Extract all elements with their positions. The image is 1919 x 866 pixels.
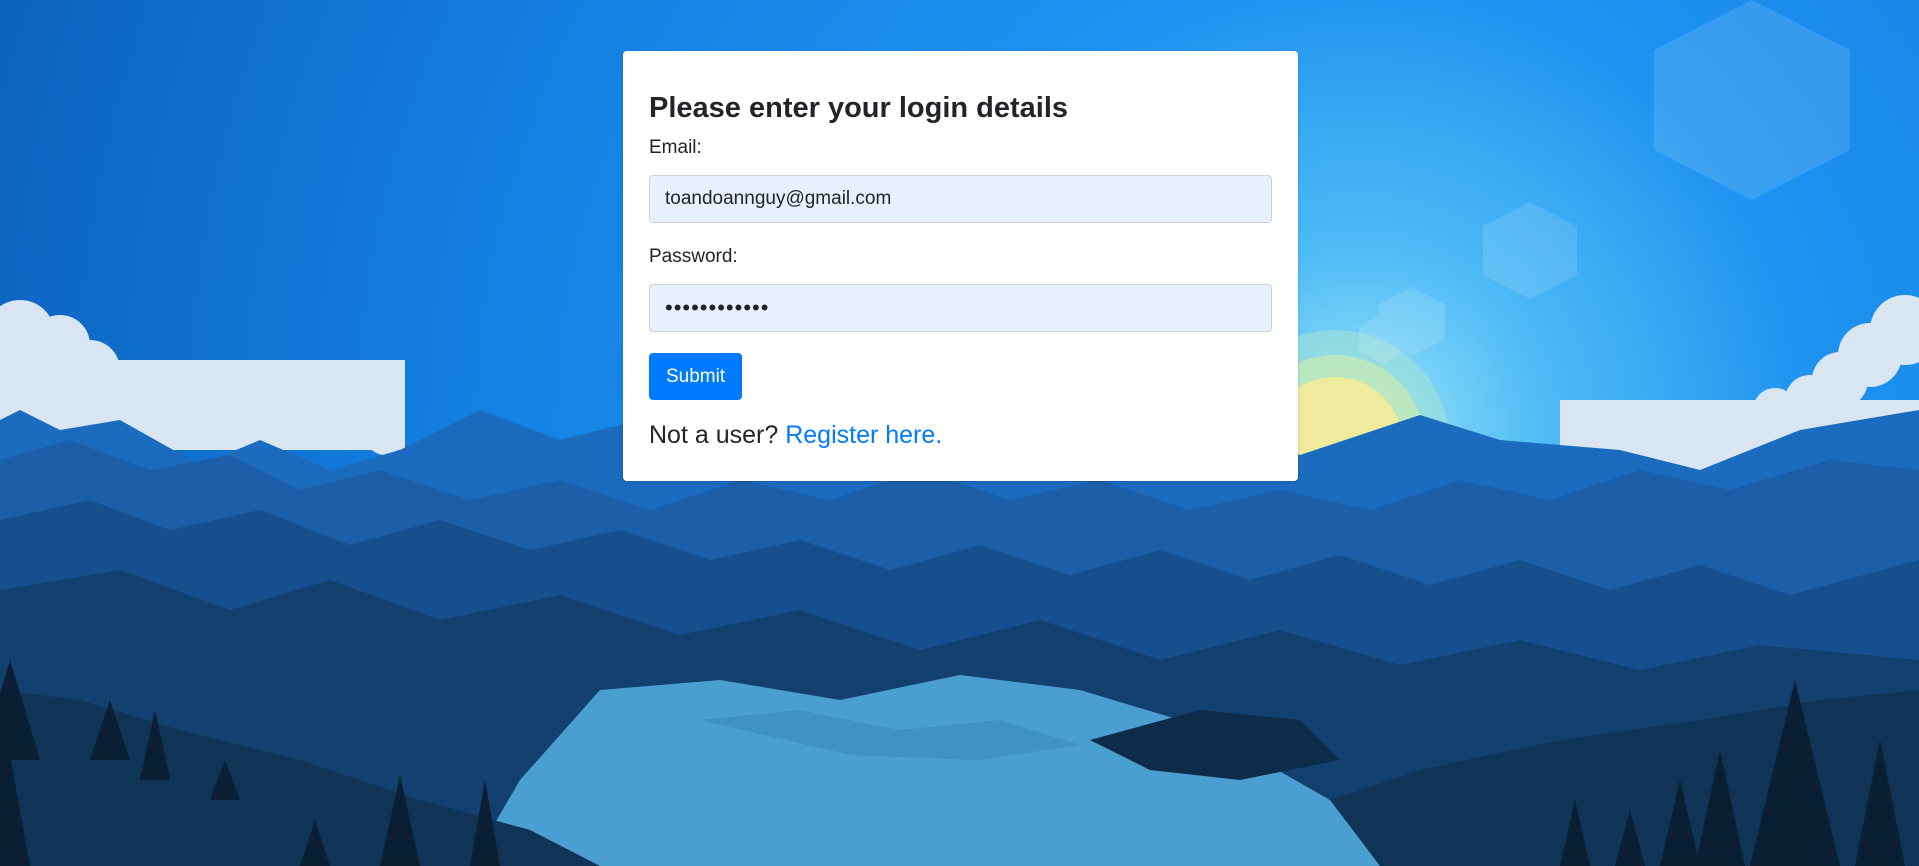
password-field[interactable] [649, 284, 1272, 332]
email-label: Email: [649, 137, 702, 158]
register-link[interactable]: Register here. [785, 421, 942, 449]
email-field[interactable] [649, 175, 1272, 223]
page-title: Please enter your login details [649, 92, 1069, 124]
login-card: Please enter your login details Email: P… [623, 51, 1298, 481]
submit-button[interactable]: Submit [649, 353, 743, 400]
password-label: Password: [649, 246, 738, 267]
register-prompt-text: Not a user? [649, 421, 779, 449]
register-prompt-line: Not a user? Register here. [649, 420, 1272, 450]
